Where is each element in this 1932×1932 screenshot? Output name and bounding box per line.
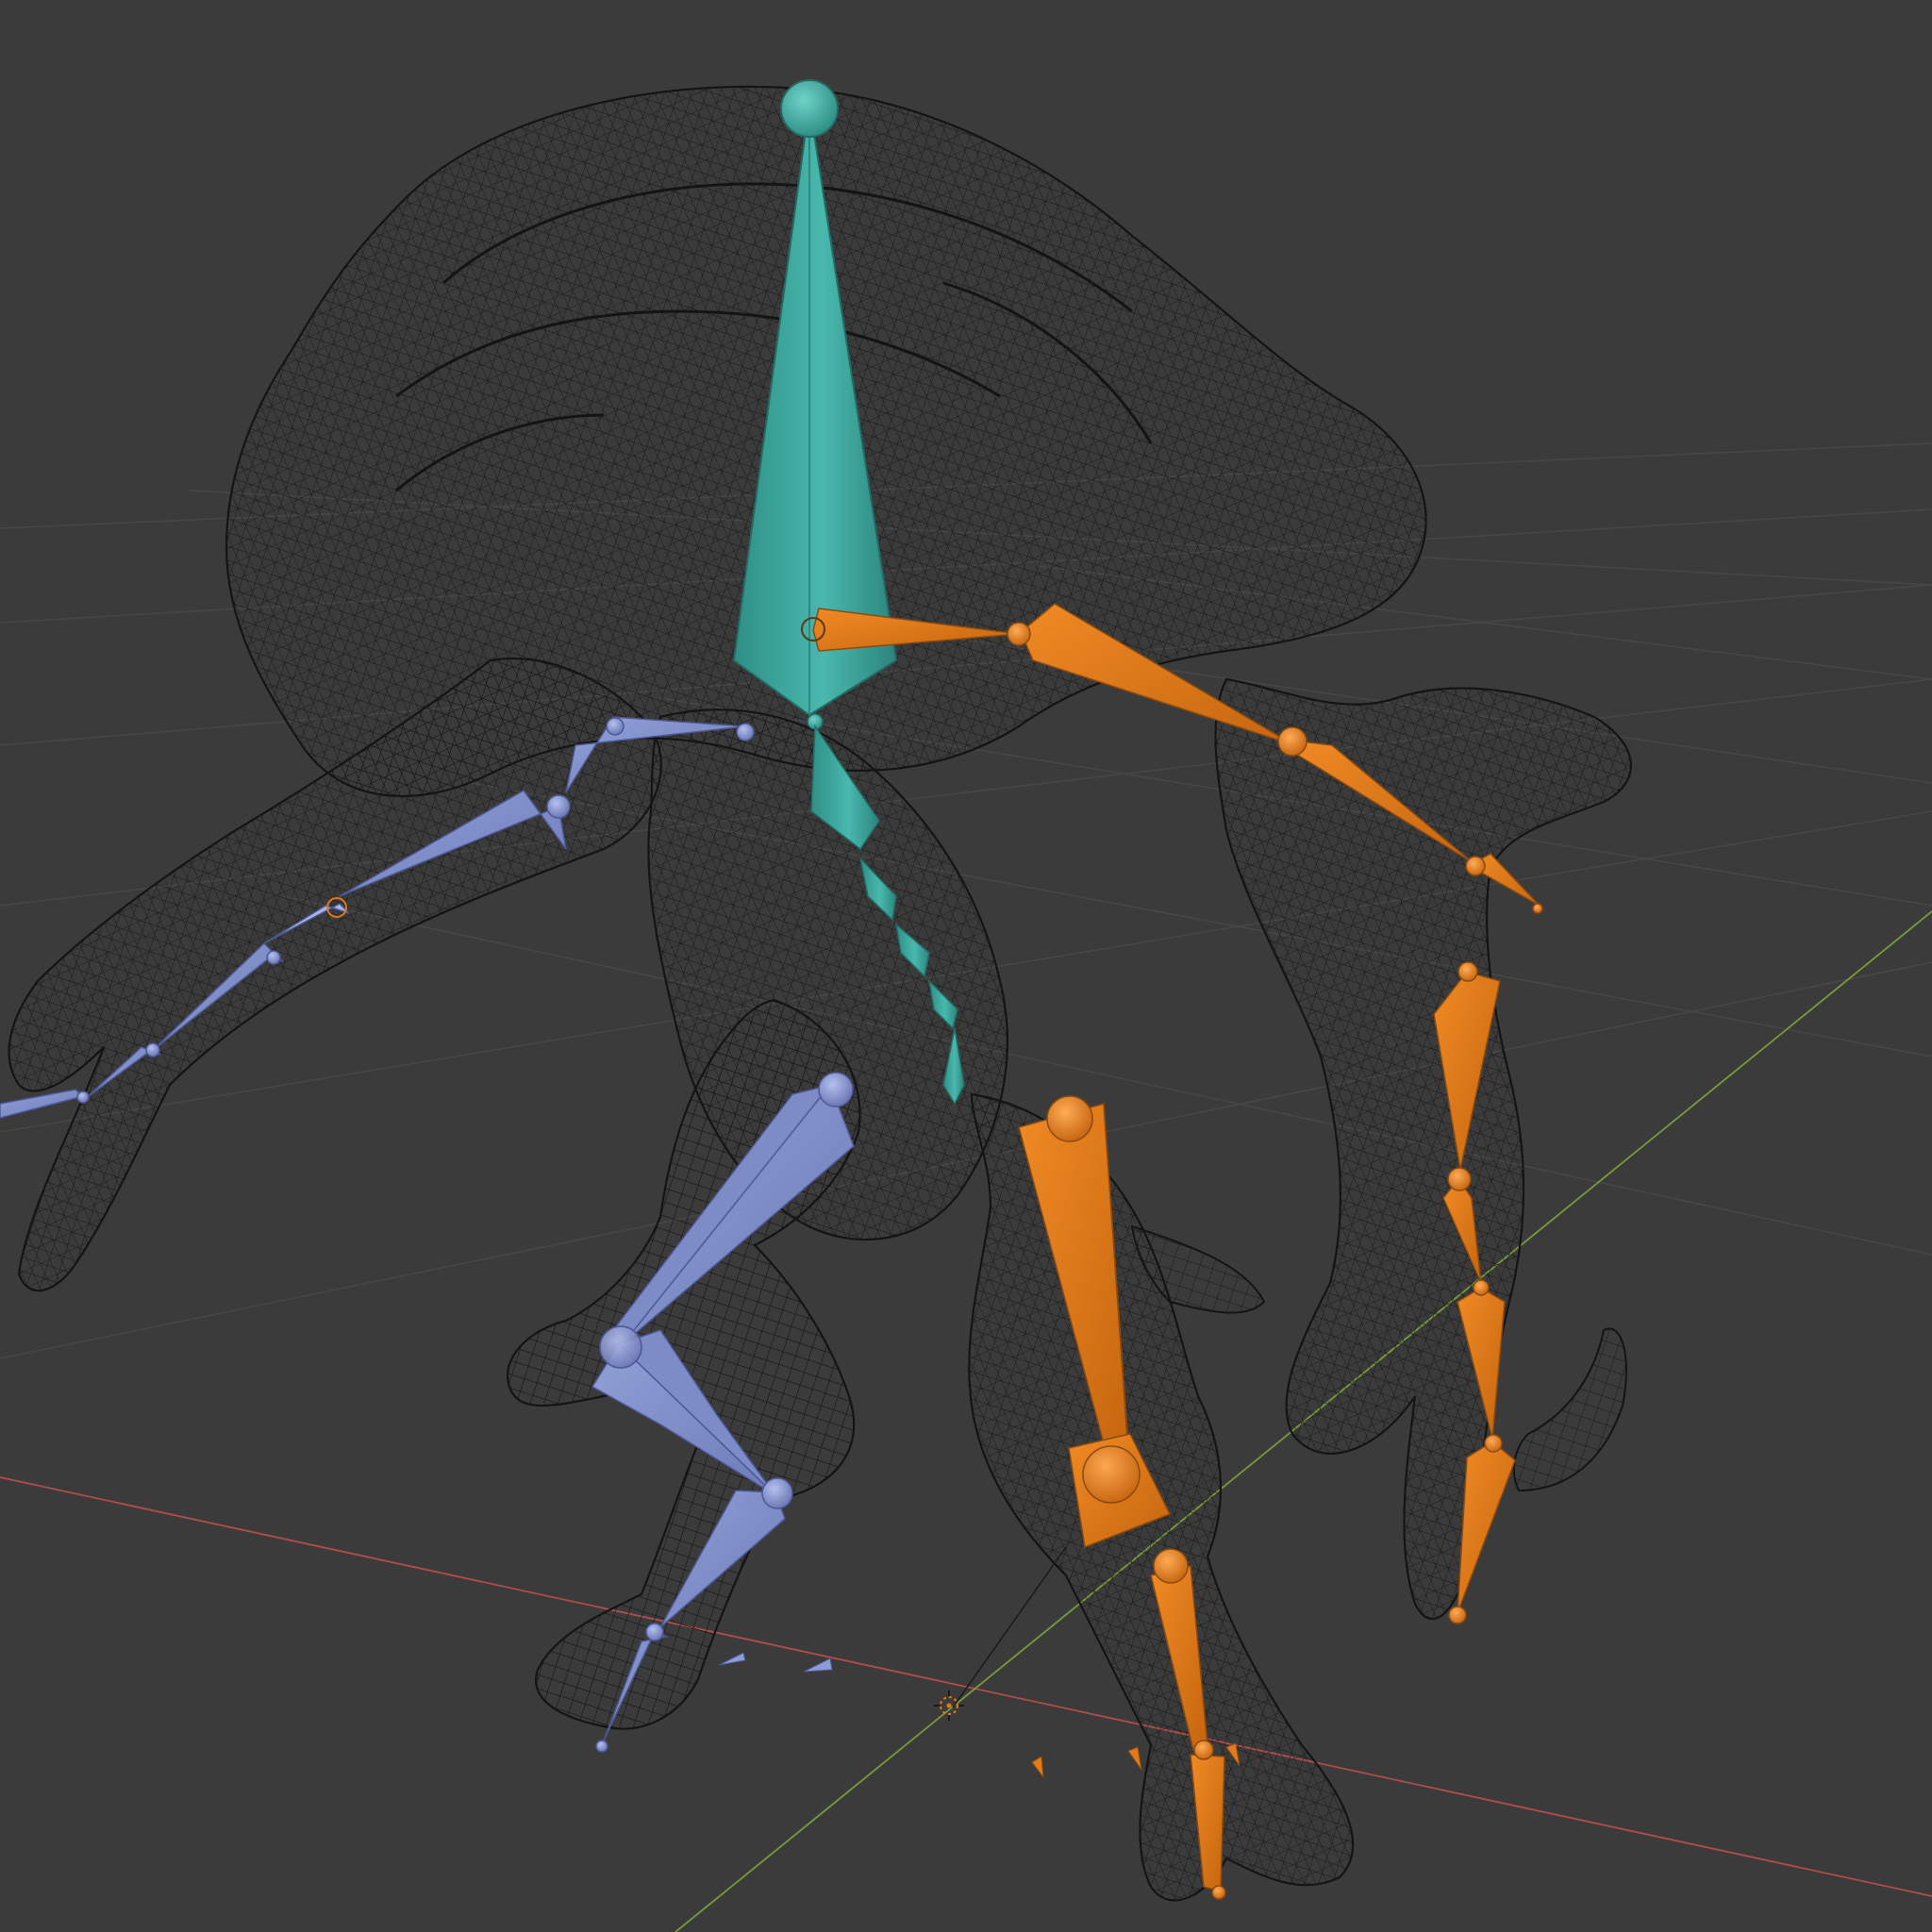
bone-joint-left-elbow[interactable] (546, 794, 571, 819)
bone-joint-right-digit-1[interactable] (1457, 961, 1478, 982)
bone-joint-left-knee[interactable] (599, 1325, 642, 1369)
bone-joint-right-hip[interactable] (1046, 1095, 1093, 1142)
bone-joint-left-toe[interactable] (595, 1740, 608, 1753)
bone-joint-right-wrist[interactable] (1465, 856, 1486, 876)
bone-joint-left-hip[interactable] (818, 1072, 854, 1108)
bone-joint-left-foot[interactable] (645, 1623, 664, 1641)
bone-joint-left-ankle[interactable] (761, 1477, 793, 1509)
bone-joint-left-finger-tip[interactable] (76, 1091, 90, 1104)
bone-joint-left-shoulder[interactable] (736, 723, 755, 741)
bone-joint-right-hand-tip[interactable] (1532, 903, 1543, 914)
bone-joint-right-knee[interactable] (1082, 1445, 1141, 1504)
bone-joint-left-finger[interactable] (145, 1042, 160, 1058)
bone-joint-right-elbow[interactable] (1277, 726, 1307, 757)
bone-joint-head-tip[interactable] (780, 79, 839, 138)
bone-joint-right-digit-tip[interactable] (1448, 1606, 1467, 1624)
bone-joint-right-shoulder[interactable] (1007, 622, 1031, 646)
bone-joint-right-ankle[interactable] (1153, 1548, 1189, 1584)
bone-joint-right-digit-3[interactable] (1473, 1279, 1490, 1296)
bone-joint-right-toe[interactable] (1211, 1885, 1226, 1900)
bone-joint-left-clavicle[interactable] (606, 717, 625, 736)
scene-canvas[interactable] (0, 0, 1932, 1932)
bone-joint-right-foot[interactable] (1193, 1740, 1214, 1760)
bone-joint-right-digit-2[interactable] (1447, 1167, 1472, 1191)
bone-joint-left-hand[interactable] (266, 950, 281, 965)
bone-joint-right-digit-4[interactable] (1484, 1434, 1503, 1453)
3d-viewport[interactable] (0, 0, 1932, 1932)
